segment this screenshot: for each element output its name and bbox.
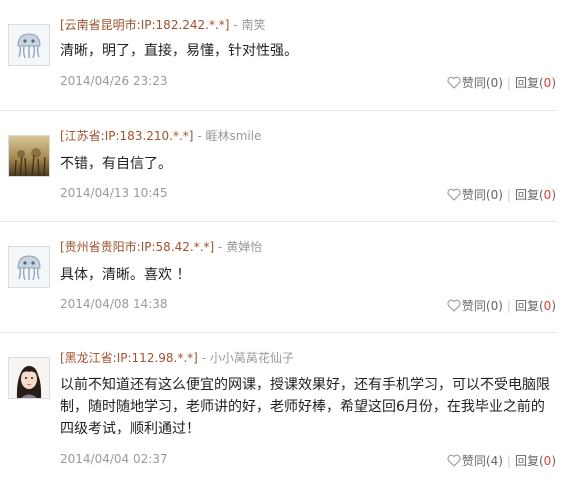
heart-icon	[447, 299, 461, 312]
comment-text: 以前不知道还有这么便宜的网课，授课效果好，还有手机学习，可以不受电脑限制，随时随…	[60, 377, 550, 437]
jellyfish-avatar-icon	[9, 25, 49, 65]
user-location: [云南省昆明市:IP:182.242.*.*]	[60, 18, 230, 32]
user-location: [贵州省贵阳市:IP:58.42.*.*]	[60, 240, 215, 254]
like-button[interactable]: 赞同(0)	[447, 299, 503, 313]
comment-footer: 2014/04/04 02:37 赞同(4) | 回复(0)	[60, 452, 556, 468]
like-label: 赞同	[461, 188, 486, 202]
comment-date: 2014/04/04 02:37	[60, 452, 168, 466]
reply-label: 回复	[514, 299, 539, 313]
like-count: (0)	[485, 188, 503, 202]
comment-footer: 2014/04/26 23:23 赞同(0) | 回复(0)	[60, 74, 556, 90]
divider	[0, 221, 556, 222]
avatar[interactable]	[8, 135, 50, 177]
comment-text: 不错，有自信了。	[60, 156, 172, 172]
meta-separator: -	[197, 129, 202, 143]
reply-button[interactable]: 回复(0)	[515, 76, 556, 90]
username[interactable]: 南笑	[241, 18, 265, 32]
heart-icon	[447, 454, 461, 467]
meta-separator: -	[218, 240, 223, 254]
reply-label: 回复	[514, 454, 539, 468]
avatar[interactable]	[8, 24, 50, 66]
reply-button[interactable]: 回复(0)	[515, 188, 556, 202]
comment-text: 清晰，明了，直接，易懂，针对性强。	[60, 43, 298, 59]
comment-meta: [贵州省贵阳市:IP:58.42.*.*] - 黄婵怡	[60, 238, 262, 255]
comment-meta: [江苏省:IP:183.210.*.*] - 睚林smile	[60, 127, 261, 144]
comment-footer: 2014/04/13 10:45 赞同(0) | 回复(0)	[60, 186, 556, 202]
like-count: (0)	[485, 299, 503, 313]
reply-button[interactable]: 回复(0)	[515, 299, 556, 313]
like-count: (0)	[485, 76, 503, 90]
comment-actions: 赞同(4) | 回复(0)	[447, 452, 556, 469]
comment-actions: 赞同(0) | 回复(0)	[447, 186, 556, 203]
like-button[interactable]: 赞同(4)	[447, 454, 503, 468]
reply-button[interactable]: 回复(0)	[515, 454, 556, 468]
username[interactable]: 黄婵怡	[226, 240, 262, 254]
jellyfish-avatar-icon	[9, 247, 49, 287]
heart-icon	[447, 188, 461, 201]
girl-portrait-avatar-icon	[9, 358, 49, 398]
like-label: 赞同	[461, 76, 486, 90]
comment-actions: 赞同(0) | 回复(0)	[447, 297, 556, 314]
user-location: [江苏省:IP:183.210.*.*]	[60, 129, 194, 143]
comment-meta: [云南省昆明市:IP:182.242.*.*] - 南笑	[60, 16, 266, 33]
landscape-avatar-icon	[9, 136, 49, 176]
comment-date: 2014/04/13 10:45	[60, 186, 168, 200]
comment-date: 2014/04/08 14:38	[60, 297, 168, 311]
divider	[0, 110, 556, 111]
reply-label: 回复	[514, 76, 539, 90]
like-count: (4)	[485, 454, 503, 468]
user-location: [黑龙江省:IP:112.98.*.*]	[60, 351, 198, 365]
comment-text: 具体，清晰。喜欢 ！	[60, 267, 191, 283]
avatar[interactable]	[8, 357, 50, 399]
avatar[interactable]	[8, 246, 50, 288]
reply-label: 回复	[514, 188, 539, 202]
comment-footer: 2014/04/08 14:38 赞同(0) | 回复(0)	[60, 297, 556, 313]
like-button[interactable]: 赞同(0)	[447, 76, 503, 90]
username[interactable]: 小小莴莴花仙子	[210, 351, 294, 365]
like-button[interactable]: 赞同(0)	[447, 188, 503, 202]
comment-actions: 赞同(0) | 回复(0)	[447, 74, 556, 91]
divider	[0, 332, 556, 333]
meta-separator: -	[201, 351, 207, 365]
comment-date: 2014/04/26 23:23	[60, 74, 168, 88]
like-label: 赞同	[461, 299, 486, 313]
meta-separator: -	[233, 18, 238, 32]
heart-icon	[447, 76, 461, 89]
like-label: 赞同	[461, 454, 486, 468]
comment-meta: [黑龙江省:IP:112.98.*.*] - 小小莴莴花仙子	[60, 349, 294, 366]
username[interactable]: 睚林smile	[205, 129, 261, 143]
